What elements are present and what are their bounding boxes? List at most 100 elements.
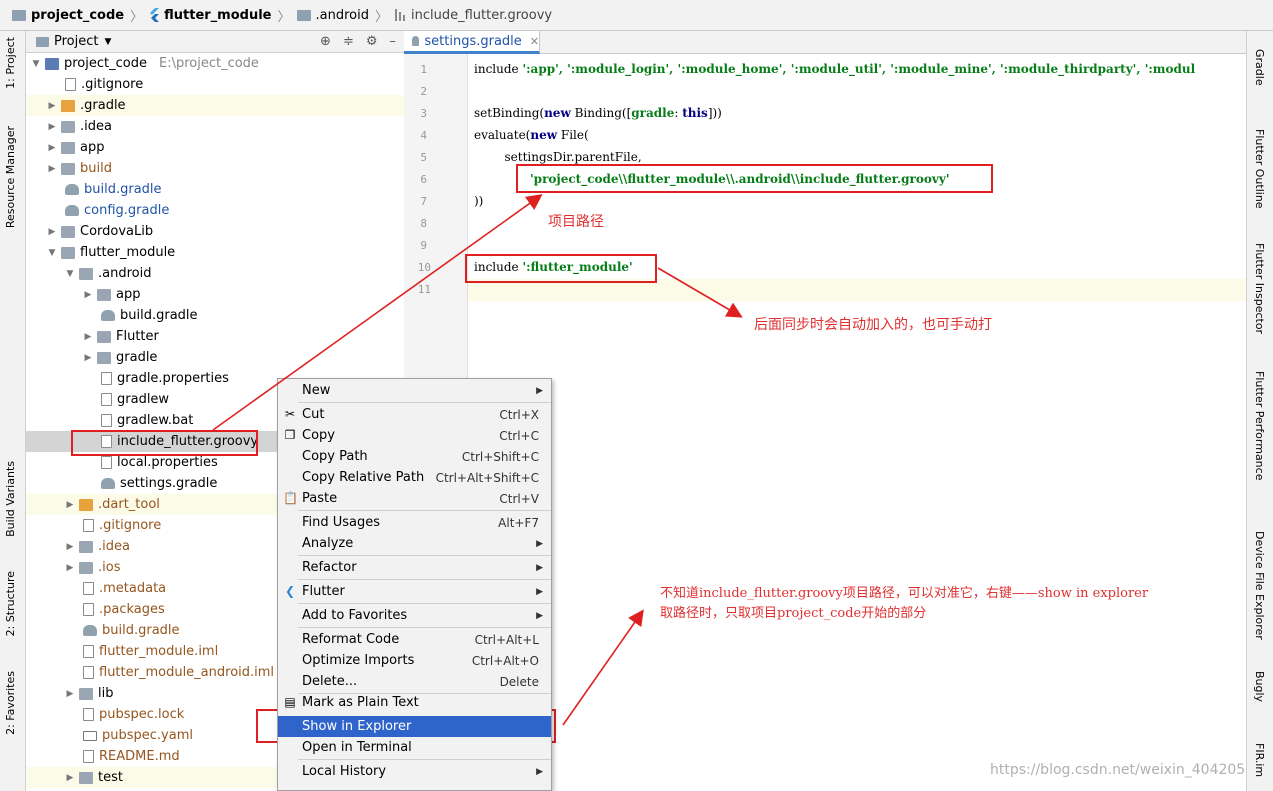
menu-item-copy-relative-path[interactable]: Copy Relative Path Ctrl+Alt+Shift+C [278,467,551,488]
code-line-7: )) [474,194,484,208]
menu-item-cut[interactable]: ✂ Cut Ctrl+X [278,404,551,425]
tab-device-file-explorer[interactable]: Device File Explorer [1253,531,1266,640]
editor-tab-bar: settings.gradle ✕ [404,31,1246,54]
breadcrumb-file[interactable]: include_flutter.groovy [394,8,552,23]
gradle-icon [101,310,115,321]
tab-favorites[interactable]: 2: Favorites [4,671,17,735]
menu-item-find-usages[interactable]: Find Usages Alt+F7 [278,512,551,533]
locate-icon[interactable]: ⊕ [320,34,331,49]
menu-item-delete[interactable]: Delete... Delete [278,671,551,692]
tab-flutter-inspector[interactable]: Flutter Inspector [1253,243,1266,334]
folder-icon [12,9,26,21]
chevron-down-icon[interactable]: ▼ [64,269,76,279]
collapse-all-icon[interactable]: ≑ [343,34,354,49]
tree-item[interactable]: ▶ gradle [26,347,404,368]
tab-bugly[interactable]: Bugly [1253,671,1266,702]
file-icon [83,603,94,616]
tree-item[interactable]: ▶ Flutter [26,326,404,347]
gradle-icon [83,625,97,636]
project-view-icon [36,36,49,47]
chevron-down-icon[interactable]: ▼ [46,248,58,258]
menu-item-copy-path[interactable]: Copy Path Ctrl+Shift+C [278,446,551,467]
line-number: 8 [420,217,427,230]
chevron-right-icon: ▶ [536,385,543,396]
tab-flutter-outline[interactable]: Flutter Outline [1253,129,1266,209]
chevron-right-icon[interactable]: ▶ [64,563,76,573]
chevron-right-icon[interactable]: ▶ [64,500,76,510]
tree-item[interactable]: build.gradle [26,305,404,326]
chevron-right-icon[interactable]: ▶ [46,164,58,174]
breadcrumb-project-code[interactable]: project_code 〉 [12,6,143,25]
annotation-explorer-note-2: 取路径时，只取项目project_code开始的部分 [660,606,927,621]
tree-item[interactable]: .gitignore [26,74,404,95]
iml-file-icon [83,645,94,658]
tree-item[interactable]: ▶ CordovaLib [26,221,404,242]
tab-gradle[interactable]: Gradle [1253,49,1266,86]
folder-icon [296,9,311,21]
tree-item[interactable]: ▶ .idea [26,116,404,137]
tab-fir[interactable]: FIR.im [1253,743,1266,777]
tab-build-variants[interactable]: Build Variants [4,461,17,537]
annotation-box-file [71,430,258,456]
project-view-selector[interactable]: Project [54,34,98,49]
tree-item[interactable]: ▼ .android [26,263,404,284]
line-number: 5 [420,151,427,164]
watermark: https://blog.csdn.net/weixin_404205 [990,762,1246,778]
menu-item-optimize-imports[interactable]: Optimize Imports Ctrl+Alt+O [278,650,551,671]
chevron-right-icon[interactable]: ▶ [46,122,58,132]
tab-project[interactable]: 1: Project [4,37,17,89]
tree-item[interactable]: config.gradle [26,200,404,221]
chevron-right-icon[interactable]: ▶ [82,290,94,300]
tree-item-project-code[interactable]: ▼ project_code E:\project_code [26,53,404,74]
folder-icon [79,687,93,700]
menu-item-show-in-explorer[interactable]: Show in Explorer [278,716,551,737]
chevron-right-icon[interactable]: ▶ [46,101,58,111]
folder-icon [79,561,93,574]
left-tool-strip: 1: Project Resource Manager Build Varian… [0,31,26,791]
menu-item-analyze[interactable]: Analyze ▶ [278,533,551,554]
menu-item-copy[interactable]: ❐ Copy Ctrl+C [278,425,551,446]
breadcrumb-flutter-module[interactable]: flutter_module 〉 [149,6,291,25]
menu-item-new[interactable]: New ▶ [278,380,551,401]
menu-item-add-to-favorites[interactable]: Add to Favorites ▶ [278,605,551,626]
tab-flutter-performance[interactable]: Flutter Performance [1253,371,1266,480]
tab-settings-gradle[interactable]: settings.gradle ✕ [404,31,540,54]
hide-panel-icon[interactable]: – [390,34,397,49]
chevron-down-icon[interactable]: ▼ [104,37,111,47]
menu-item-paste[interactable]: 📋 Paste Ctrl+V [278,488,551,509]
gear-icon[interactable]: ⚙ [366,34,378,49]
chevron-right-icon[interactable]: ▶ [64,773,76,783]
menu-item-mark-plain-text[interactable]: ▤ Mark as Plain Text [278,692,551,713]
menu-item-flutter[interactable]: ❮ Flutter ▶ [278,581,551,602]
chevron-down-icon[interactable]: ▼ [30,59,42,69]
menu-item-open-in-terminal[interactable]: Open in Terminal [278,737,551,758]
menu-item-reformat-code[interactable]: Reformat Code Ctrl+Alt+L [278,629,551,650]
tree-item[interactable]: ▶ app [26,284,404,305]
tree-item[interactable]: ▶ app [26,137,404,158]
chevron-right-icon[interactable]: ▶ [82,353,94,363]
tree-item[interactable]: ▼ flutter_module [26,242,404,263]
close-icon[interactable]: ✕ [530,35,539,48]
folder-icon [79,771,93,784]
tree-item[interactable]: ▶ build [26,158,404,179]
chevron-right-icon: ▶ [536,586,543,597]
tab-structure[interactable]: 2: Structure [4,571,17,636]
chevron-right-icon[interactable]: ▶ [46,143,58,153]
chevron-right-icon[interactable]: ▶ [46,227,58,237]
menu-item-local-history[interactable]: Local History ▶ [278,761,551,782]
breadcrumb-android[interactable]: .android 〉 [296,6,388,25]
project-panel-tools: ⊕ ≑ ⚙ – [320,34,396,49]
tree-item[interactable]: ▶ .gradle [26,95,404,116]
file-icon [101,393,112,406]
tab-resource-manager[interactable]: Resource Manager [4,126,17,228]
chevron-right-icon[interactable]: ▶ [64,542,76,552]
chevron-right-icon[interactable]: ▶ [82,332,94,342]
gradle-icon [65,205,79,216]
scissors-icon: ✂ [284,407,296,421]
file-icon [83,582,94,595]
chevron-right-icon[interactable]: ▶ [64,689,76,699]
folder-icon [61,162,75,175]
menu-item-refactor[interactable]: Refactor ▶ [278,557,551,578]
tree-item[interactable]: build.gradle [26,179,404,200]
gradle-icon [101,478,115,489]
